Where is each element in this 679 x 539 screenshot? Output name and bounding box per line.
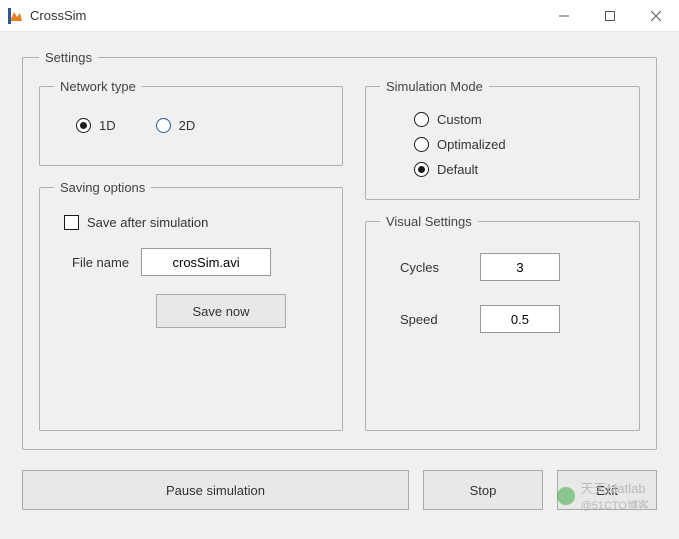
bottom-button-bar: Pause simulation Stop Exit — [22, 470, 657, 510]
maximize-button[interactable] — [587, 0, 633, 31]
filename-label: File name — [72, 255, 129, 270]
radio-icon — [414, 137, 429, 152]
stop-label: Stop — [470, 483, 497, 498]
visual-settings-legend: Visual Settings — [380, 214, 478, 229]
close-button[interactable] — [633, 0, 679, 31]
radio-1d[interactable]: 1D — [76, 118, 116, 133]
radio-custom[interactable]: Custom — [414, 112, 617, 127]
stop-button[interactable]: Stop — [423, 470, 543, 510]
save-now-button[interactable]: Save now — [156, 294, 286, 328]
network-type-legend: Network type — [54, 79, 142, 94]
cycles-label: Cycles — [400, 260, 480, 275]
radio-2d-label: 2D — [179, 118, 196, 133]
settings-group: Settings Network type 1D 2D — [22, 50, 657, 450]
radio-optimalized-label: Optimalized — [437, 137, 506, 152]
window-controls — [541, 0, 679, 31]
filename-input[interactable] — [141, 248, 271, 276]
simulation-mode-group: Simulation Mode Custom Optimalized De — [365, 79, 640, 200]
visual-settings-group: Visual Settings Cycles Speed — [365, 214, 640, 431]
checkbox-icon — [64, 215, 79, 230]
radio-icon — [156, 118, 171, 133]
pause-simulation-button[interactable]: Pause simulation — [22, 470, 409, 510]
speed-input[interactable] — [480, 305, 560, 333]
title-bar: CrossSim — [0, 0, 679, 32]
client-area: Settings Network type 1D 2D — [0, 32, 679, 539]
exit-button[interactable]: Exit — [557, 470, 657, 510]
network-type-group: Network type 1D 2D — [39, 79, 343, 166]
save-now-label: Save now — [192, 304, 249, 319]
save-after-checkbox[interactable]: Save after simulation — [64, 215, 320, 230]
radio-optimalized[interactable]: Optimalized — [414, 137, 617, 152]
app-icon — [8, 8, 24, 24]
radio-icon — [414, 112, 429, 127]
radio-2d[interactable]: 2D — [156, 118, 196, 133]
cycles-input[interactable] — [480, 253, 560, 281]
radio-default-label: Default — [437, 162, 478, 177]
saving-options-group: Saving options Save after simulation Fil… — [39, 180, 343, 431]
settings-legend: Settings — [39, 50, 98, 65]
simulation-mode-legend: Simulation Mode — [380, 79, 489, 94]
pause-label: Pause simulation — [166, 483, 265, 498]
radio-default[interactable]: Default — [414, 162, 617, 177]
saving-options-legend: Saving options — [54, 180, 151, 195]
exit-label: Exit — [596, 483, 618, 498]
speed-label: Speed — [400, 312, 480, 327]
save-after-label: Save after simulation — [87, 215, 208, 230]
radio-icon — [414, 162, 429, 177]
radio-icon — [76, 118, 91, 133]
radio-1d-label: 1D — [99, 118, 116, 133]
window-title: CrossSim — [30, 8, 86, 23]
radio-custom-label: Custom — [437, 112, 482, 127]
minimize-button[interactable] — [541, 0, 587, 31]
